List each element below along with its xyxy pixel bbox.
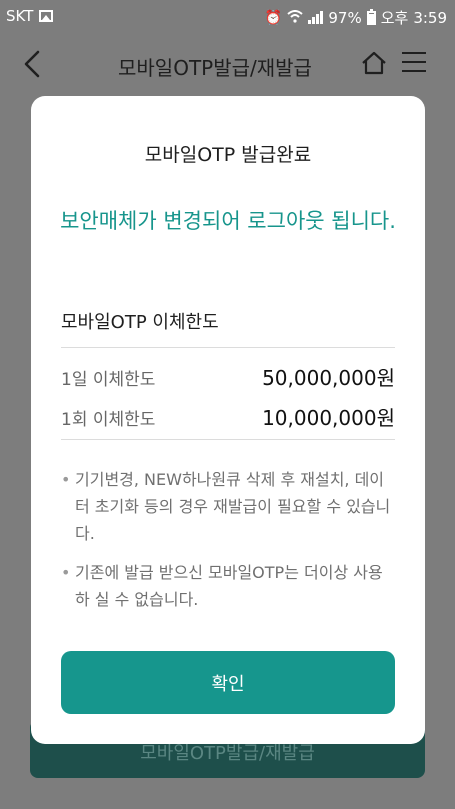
status-bar: SKT ⏰ 97% 오후 3:59 — [0, 0, 455, 32]
menu-icon — [402, 52, 426, 72]
divider — [61, 347, 395, 348]
divider — [61, 439, 395, 440]
daily-limit-row: 1일 이체한도 50,000,000원 — [61, 362, 395, 391]
confirm-button[interactable]: 확인 — [61, 651, 395, 714]
alarm-icon: ⏰ — [264, 9, 283, 26]
app-header: 모바일OTP발급/재발급 — [0, 32, 455, 96]
home-button[interactable] — [360, 50, 388, 76]
wifi-icon — [287, 9, 304, 26]
image-icon — [39, 10, 54, 22]
time-ampm: 오후 — [380, 9, 409, 27]
issue-complete-dialog: 모바일OTP 발급완료 보안매체가 변경되어 로그아웃 됩니다. 모바일OTP … — [31, 96, 425, 744]
per-transfer-limit-value: 10,000,000원 — [262, 406, 395, 430]
back-icon — [24, 50, 40, 78]
status-bar-right: ⏰ 97% 오후 3:59 — [265, 7, 447, 28]
per-transfer-limit-label: 1회 이체한도 — [61, 410, 156, 430]
page-title: 모바일OTP발급/재발급 — [118, 56, 312, 80]
dialog-title: 모바일OTP 발급완료 — [144, 144, 312, 166]
status-bar-left: SKT — [6, 7, 54, 25]
daily-limit-label: 1일 이체한도 — [61, 370, 156, 390]
reissue-note: 기기변경, NEW하나원큐 삭제 후 재설치, 데이터 초기화 등의 경우 재발… — [61, 466, 395, 547]
home-icon — [362, 51, 386, 75]
back-button[interactable] — [16, 46, 52, 82]
daily-limit-value: 50,000,000원 — [262, 366, 395, 390]
per-transfer-limit-row: 1회 이체한도 10,000,000원 — [61, 402, 395, 431]
logout-message: 보안매체가 변경되어 로그아웃 됩니다. — [60, 209, 396, 233]
signal-icon — [308, 11, 324, 24]
carrier-label: SKT — [6, 7, 34, 25]
old-otp-note: 기존에 발급 받으신 모바일OTP는 더이상 사용하 실 수 없습니다. — [61, 559, 395, 613]
battery-icon — [366, 8, 376, 25]
menu-button[interactable] — [402, 52, 426, 74]
battery-percent: 97% — [328, 8, 362, 27]
time-label: 3:59 — [413, 8, 447, 27]
limit-section-title: 모바일OTP 이체한도 — [61, 312, 219, 333]
